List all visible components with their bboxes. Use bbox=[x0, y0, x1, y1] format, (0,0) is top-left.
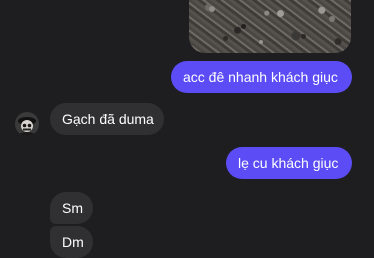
outgoing-message[interactable]: acc đê nhanh khách giục bbox=[171, 61, 352, 93]
image-attachment[interactable] bbox=[189, 0, 351, 53]
incoming-message[interactable]: Dm bbox=[50, 226, 93, 258]
incoming-message[interactable]: Sm bbox=[50, 192, 93, 224]
chat-thread: acc đê nhanh khách giục Gạch đã duma lẹ … bbox=[0, 0, 374, 258]
avatar[interactable] bbox=[15, 112, 39, 136]
incoming-message[interactable]: Gạch đã duma bbox=[50, 103, 164, 135]
outgoing-message[interactable]: lẹ cu khách giục bbox=[226, 147, 352, 179]
avatar-image-icon bbox=[15, 112, 39, 136]
